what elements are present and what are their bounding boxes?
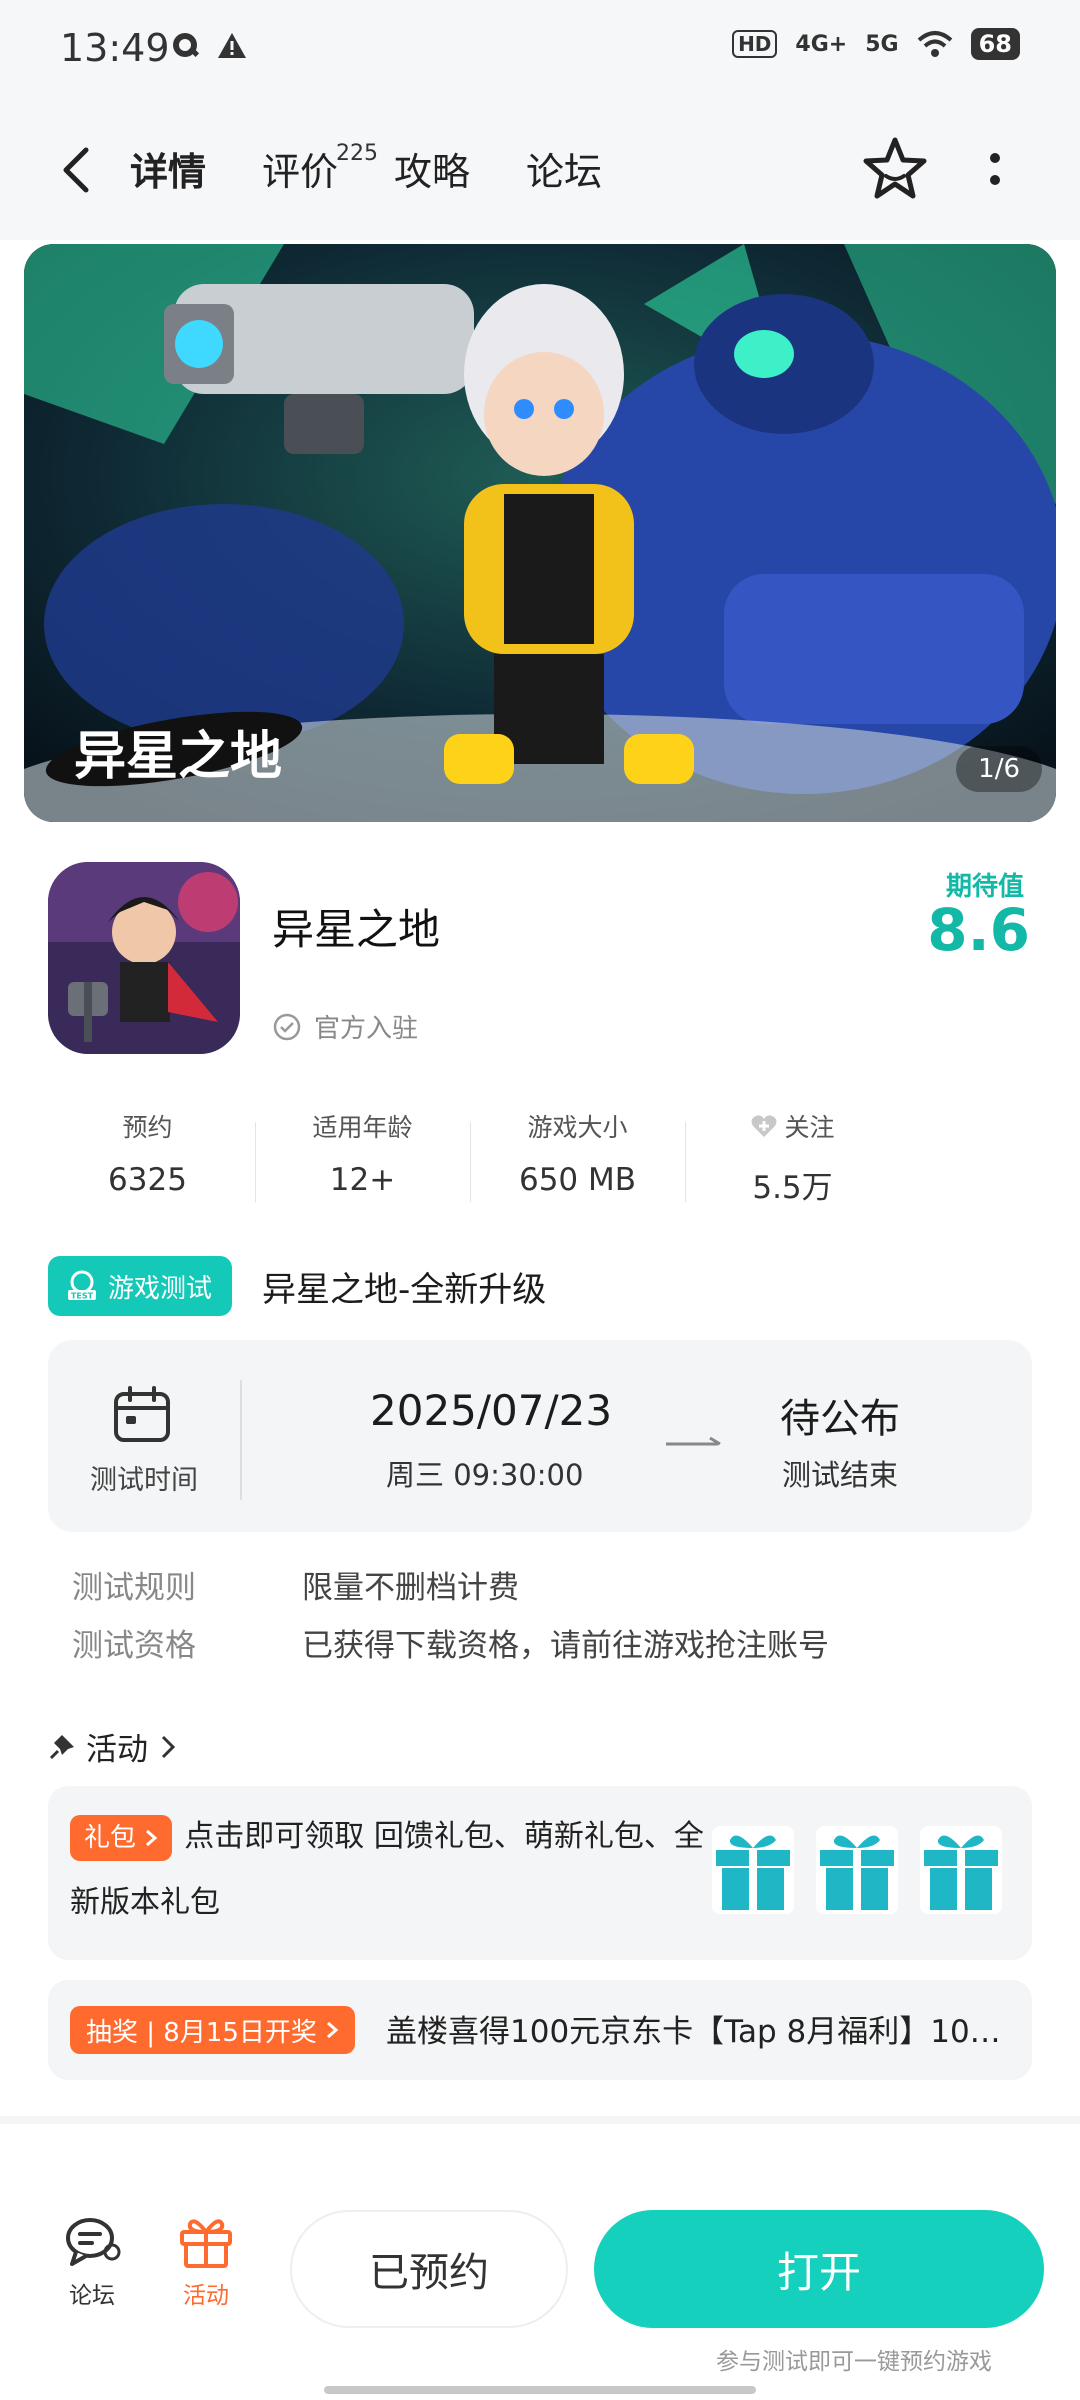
lottery-tag: 抽奖 | 8月15日开奖 [70, 2006, 356, 2054]
rule-label: 测试规则 [72, 1570, 196, 1606]
tab-reviews[interactable]: 评价 225 [262, 141, 378, 202]
tab-reviews-label: 评价 [262, 150, 339, 194]
test-start-time: 周三 09:30:00 [386, 1458, 584, 1492]
more-icon[interactable] [975, 140, 1015, 200]
lottery-tag-label: 抽奖 | 8月15日开奖 [86, 2017, 317, 2048]
forum-button[interactable]: 论坛 [42, 2214, 142, 2310]
lottery-description: 盖楼喜得100元京东卡【Tap 8月福利】10… [386, 2014, 1001, 2050]
status-time: 13:49 [60, 26, 170, 70]
qualification-value: 已获得下载资格，请前往游戏抢注账号 [302, 1628, 829, 1664]
stat-label: 适用年龄 [312, 1113, 413, 1142]
chevron-right-icon [327, 2021, 339, 2039]
test-end-label: 测试结束 [782, 1458, 899, 1492]
activity-title: 活动 [86, 1732, 148, 1768]
activity-label: 活动 [183, 2283, 229, 2309]
stat-value: 5.5万 [752, 1170, 833, 1206]
test-end-date: 待公布 [780, 1396, 900, 1442]
gift-tag: 礼包 [70, 1814, 173, 1861]
status-right-icons: HD 4G+ 5G 68 [732, 28, 1020, 60]
stat-value: 12+ [329, 1162, 396, 1198]
arrow-right-icon [666, 1436, 721, 1446]
open-button[interactable]: 打开 [594, 2210, 1044, 2328]
stat-followers[interactable]: 关注 5.5万 [685, 1108, 900, 1207]
app-name: 异星之地 [272, 905, 441, 954]
activity-header[interactable]: 活动 [48, 1724, 178, 1769]
stat-value: 650 MB [518, 1162, 637, 1198]
calendar-icon [114, 1386, 170, 1442]
gift-pack-text: 礼包 点击即可领取 回馈礼包、萌新礼包、全新版本礼包 [70, 1804, 710, 1936]
lottery-card[interactable]: 抽奖 | 8月15日开奖 盖楼喜得100元京东卡【Tap 8月福利】10… [48, 1980, 1032, 2080]
section-separator [0, 2116, 1080, 2124]
banner-carousel[interactable]: 异星之地 1/6 [24, 244, 1056, 822]
gift-tag-label: 礼包 [84, 1822, 137, 1853]
app-icon-image [48, 862, 240, 1054]
stat-label: 游戏大小 [527, 1113, 628, 1142]
test-start-date: 2025/07/23 [370, 1386, 613, 1435]
divider [240, 1380, 242, 1500]
reviews-count-badge: 225 [336, 141, 379, 166]
tab-guides[interactable]: 攻略 [394, 142, 470, 202]
signal-5g-icon: 5G [865, 31, 899, 57]
battery-icon: 68 [970, 28, 1020, 60]
status-notification-icons [170, 30, 248, 62]
tab-forum[interactable]: 论坛 [526, 142, 602, 202]
stats-row: 预约 6325 适用年龄 12+ 游戏大小 650 MB 关注 5.5万 [40, 1108, 900, 1207]
gift-icons [712, 1826, 1002, 1914]
stat-age-rating: 适用年龄 12+ [255, 1108, 470, 1207]
test-icon: TEST [68, 1270, 96, 1301]
gift-box-icon [920, 1826, 1002, 1914]
test-schedule-card: 测试时间 2025/07/23 周三 09:30:00 待公布 测试结束 [48, 1340, 1032, 1532]
activity-button[interactable]: 活动 [156, 2214, 256, 2310]
gift-box-icon [712, 1826, 794, 1914]
signal-4g-icon: 4G+ [795, 31, 848, 57]
chevron-right-icon [161, 1735, 176, 1758]
open-hint-text: 参与测试即可一键预约游戏 [716, 2349, 992, 2375]
official-label: 官方入驻 [314, 1014, 419, 1044]
expect-score: 8.6 [927, 896, 1030, 964]
heart-icon [752, 1115, 777, 1137]
top-nav: 详情 评价 225 攻略 论坛 [0, 100, 1080, 240]
wifi-icon [917, 31, 952, 57]
chevron-right-icon [146, 1829, 158, 1846]
gift-box-icon [816, 1826, 898, 1914]
banner-logo-text: 异星之地 [74, 727, 282, 787]
home-indicator[interactable] [324, 2386, 756, 2394]
gift-icon [180, 2219, 232, 2268]
status-bar: 13:49 HD 4G+ 5G 68 [0, 0, 1080, 100]
back-icon[interactable] [50, 140, 110, 200]
test-icon-text: TEST [71, 1292, 94, 1301]
stat-label: 预约 [122, 1113, 173, 1142]
bottom-action-bar: 论坛 活动 已预约 打开 参与测试即可一键预约游戏 [0, 2124, 1080, 2400]
game-test-label: 游戏测试 [108, 1273, 213, 1304]
tab-bar: 详情 评价 225 攻略 论坛 [125, 141, 602, 202]
banner-page-indicator: 1/6 [956, 746, 1042, 792]
forum-chat-icon [66, 2218, 121, 2266]
qualification-label: 测试资格 [72, 1628, 196, 1664]
pin-icon [49, 1734, 74, 1759]
game-test-tag: TEST 游戏测试 [48, 1256, 233, 1316]
app-icon [48, 862, 240, 1054]
stat-reservations: 预约 6325 [40, 1108, 255, 1207]
star-icon[interactable] [860, 134, 930, 204]
stat-label: 关注 [784, 1113, 835, 1142]
banner-artwork: 异星之地 [24, 244, 1056, 822]
stat-value: 6325 [108, 1162, 187, 1198]
rule-value: 限量不删档计费 [302, 1570, 519, 1606]
tab-details[interactable]: 详情 [125, 142, 211, 202]
q-app-icon [173, 33, 200, 57]
test-time-label: 测试时间 [90, 1465, 198, 1496]
warning-icon [218, 33, 246, 58]
stat-game-size: 游戏大小 650 MB [470, 1108, 685, 1207]
official-badge: 官方入驻 [272, 1008, 418, 1045]
test-title: 异星之地-全新升级 [262, 1270, 547, 1310]
gift-pack-card[interactable]: 礼包 点击即可领取 回馈礼包、萌新礼包、全新版本礼包 [48, 1786, 1032, 1960]
reserved-button[interactable]: 已预约 [290, 2210, 568, 2328]
hd-icon: HD [732, 30, 778, 58]
forum-label: 论坛 [69, 2283, 115, 2309]
check-circle-icon [273, 1013, 301, 1040]
